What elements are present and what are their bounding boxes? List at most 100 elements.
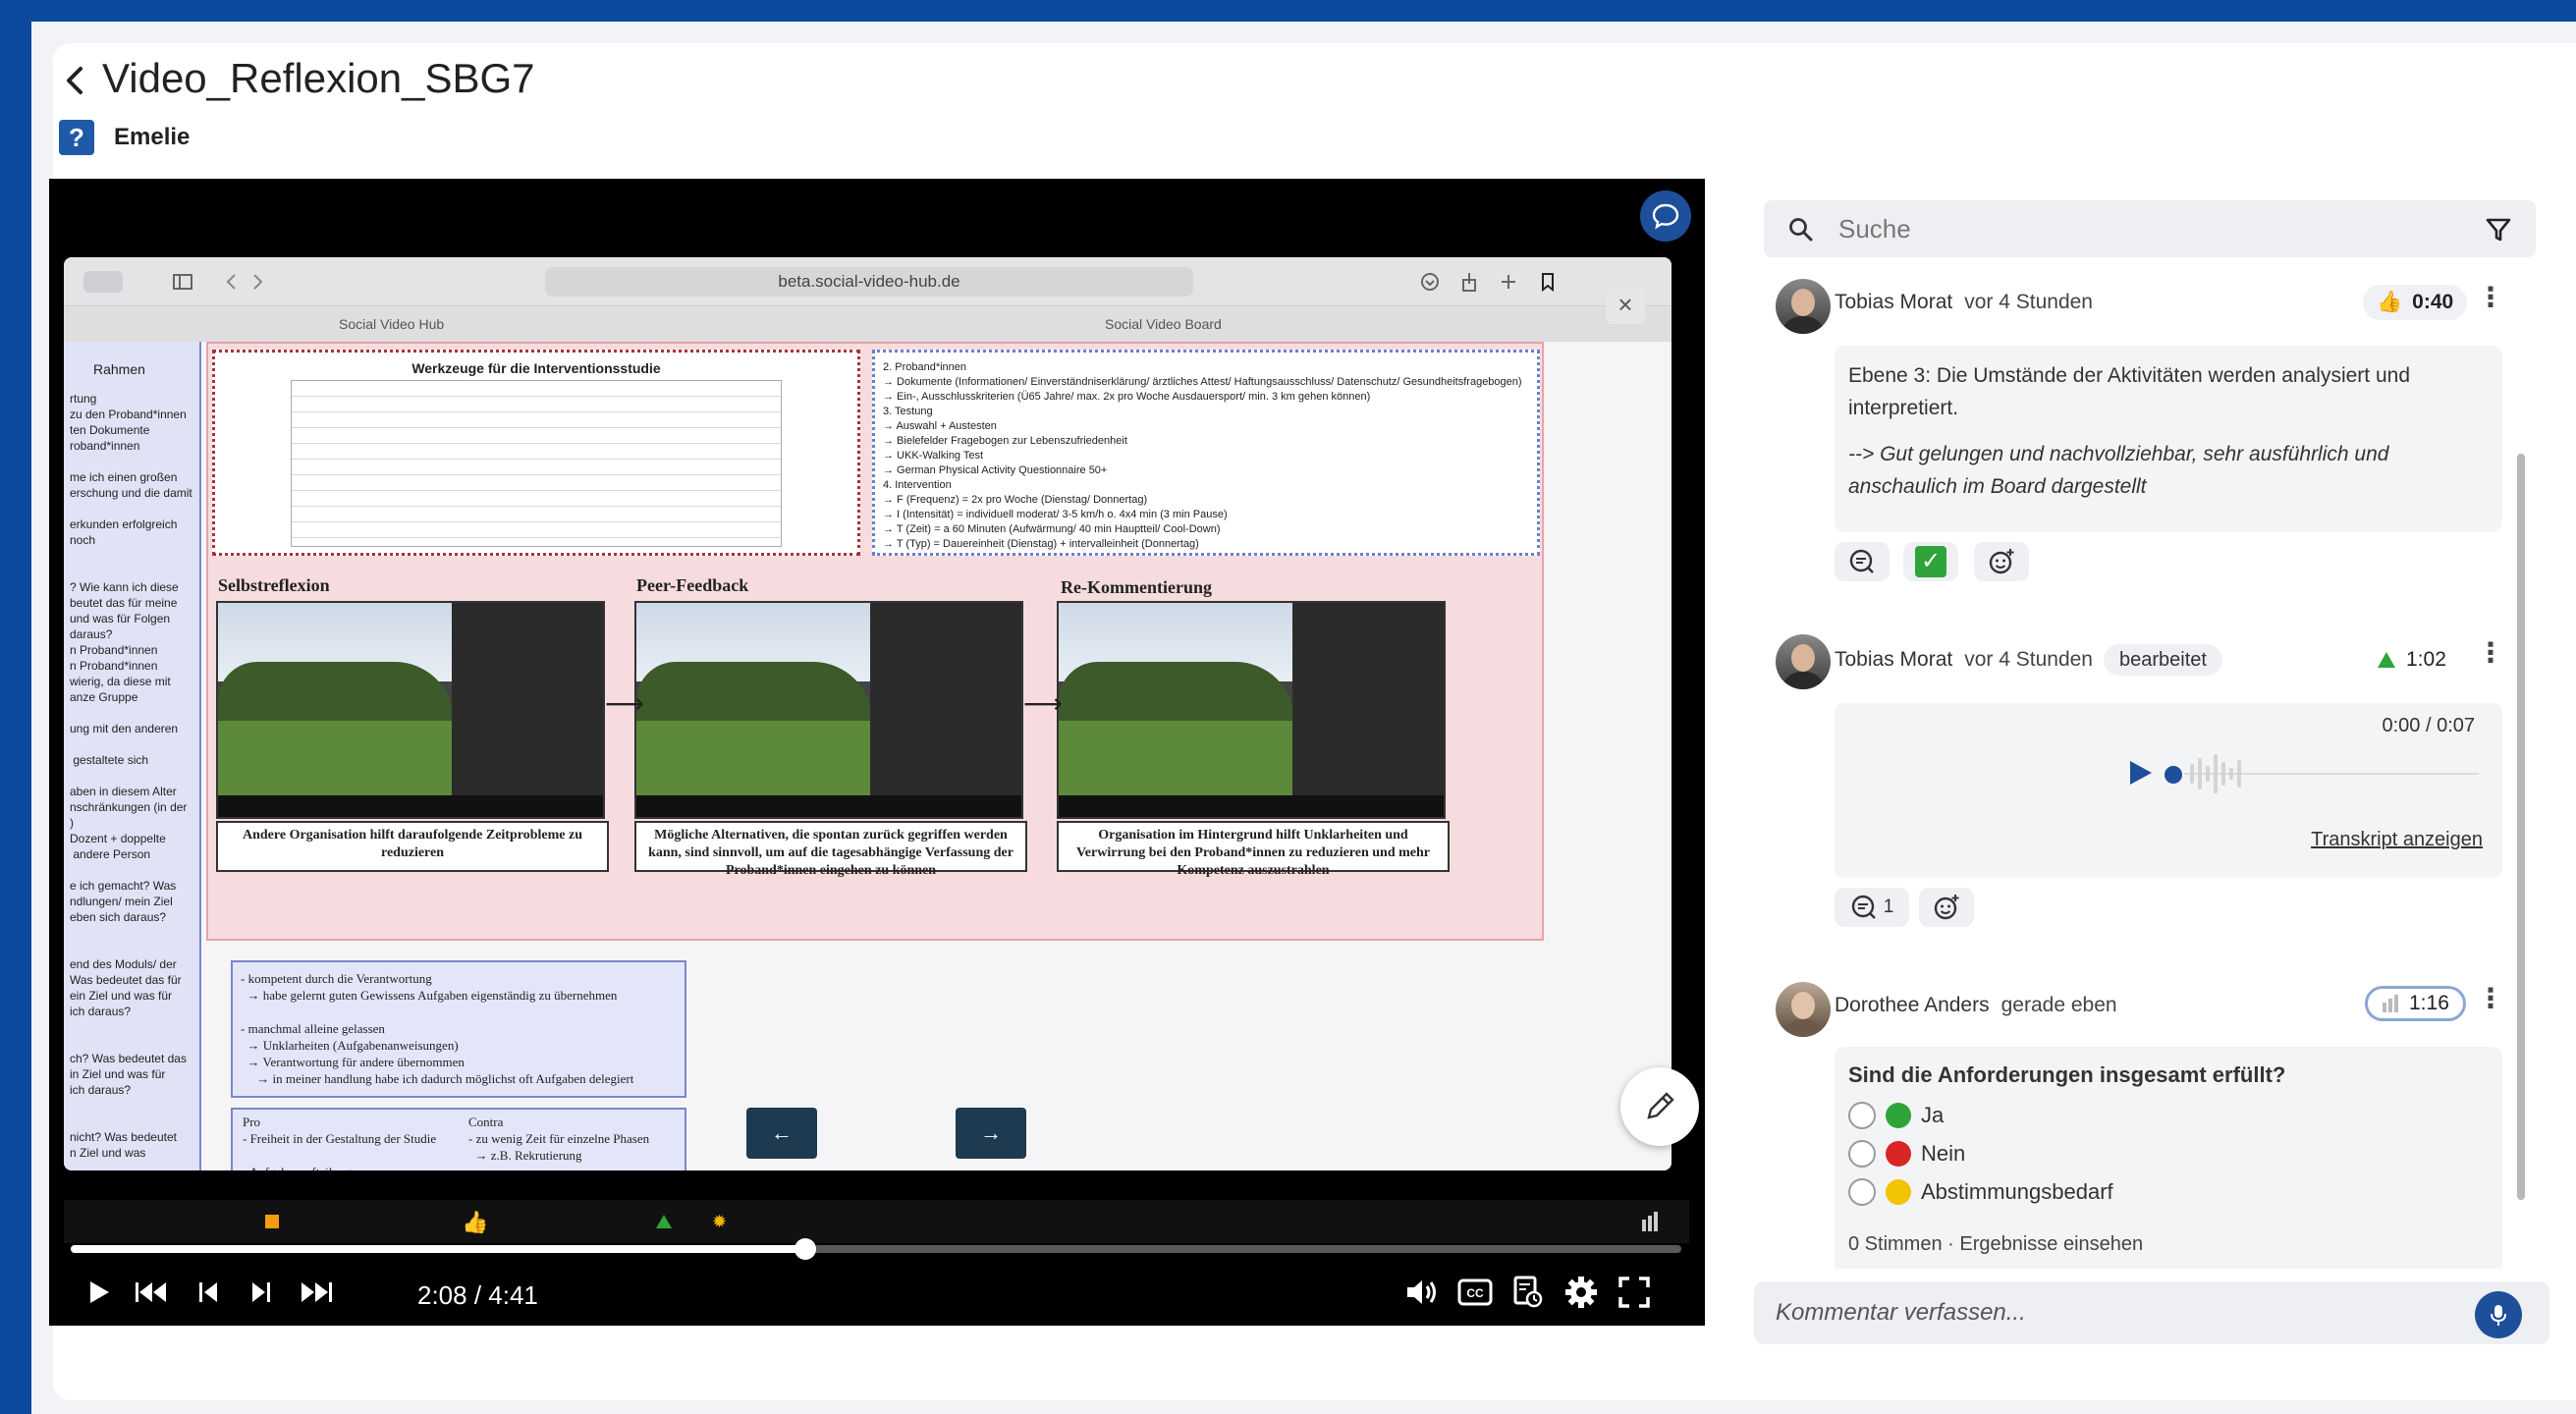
reply-bubble-icon [1851,895,1876,919]
intervention-board-area: Werkzeuge für die Interventionsstudie 2.… [206,342,1544,941]
skip-to-end-icon [301,1282,332,1302]
back-arrow-icon[interactable] [57,61,96,100]
browser-back-icon [226,274,236,290]
comment-author-line: Dorothee Anders gerade eben [1835,994,2117,1017]
search-icon [1789,218,1813,242]
close-overlay-button[interactable]: × [1606,285,1645,324]
comment-time: vor 4 Stunden [1964,648,2093,671]
radio-button[interactable] [1848,1102,1876,1129]
poll-option-label: Ja [1921,1103,1945,1127]
poll-option-nein[interactable]: Nein [1848,1140,1965,1168]
tools-document: Werkzeuge für die Interventionsstudie [212,350,860,556]
timestamp-chip[interactable]: 1:16 [2365,986,2466,1021]
show-transcript-link[interactable]: Transkript anzeigen [2311,829,2483,851]
edited-badge: bearbeitet [2104,644,2222,676]
playback-time: 2:08 / 4:41 [417,1280,538,1310]
add-emoji-icon [1934,895,1959,920]
board-prev-button: ← [746,1108,817,1159]
user-name: Emelie [114,124,191,150]
comment-author: Tobias Morat [1835,291,1953,313]
poll-results-link[interactable]: 0 Stimmen · Ergebnisse einsehen [1848,1233,2143,1256]
audio-waveform [2184,754,2479,793]
browser-forward-icon [253,274,263,290]
browser-tabs: Social Video Hub Social Video Board [64,306,1672,342]
radio-button[interactable] [1848,1140,1876,1168]
checkmark-reaction[interactable]: ✓ [1903,542,1958,581]
audio-play-icon[interactable] [2125,758,2155,788]
poll-option-label: Nein [1921,1141,1966,1166]
audio-scrubber[interactable] [2165,766,2182,784]
svg-text:CC: CC [1466,1286,1484,1300]
page-title: Video_Reflexion_SBG7 [102,55,535,101]
timestamp: 1:02 [2406,648,2446,671]
next-frame-button[interactable] [242,1273,281,1312]
marker-thumbs-up-icon[interactable]: 👍 [462,1210,488,1235]
volume-icon [1407,1280,1436,1304]
share-icon [1462,273,1476,292]
progress-scrubber[interactable] [794,1238,816,1260]
fullscreen-button[interactable] [1615,1273,1654,1312]
replies-button[interactable]: 1 [1835,888,1909,927]
play-button[interactable] [79,1273,118,1312]
annotate-button[interactable] [1620,1067,1699,1146]
skip-start-button[interactable] [132,1273,171,1312]
more-options-icon[interactable]: ⋮ [2477,281,2504,313]
settings-button[interactable] [1562,1273,1601,1312]
more-options-icon[interactable]: ⋮ [2477,636,2504,669]
search-input[interactable] [1838,208,2467,249]
thumbs-up-icon: 👍 [2377,291,2403,313]
skip-end-button[interactable] [297,1273,336,1312]
comment-author-line: Tobias Morat vor 4 Stunden [1835,291,2093,314]
transcript-button[interactable] [1508,1273,1548,1312]
timestamp-chip[interactable]: 1:02 [2363,642,2460,678]
gear-icon [1565,1277,1597,1308]
timestamp-chip[interactable]: 👍 0:40 [2363,285,2468,320]
comment-feedback-text: --> Gut gelungen und nachvollziehbar, se… [1848,443,2389,498]
chat-toggle-button[interactable] [1640,190,1691,242]
add-reaction-button[interactable] [1919,888,1974,927]
contra-list: Contra - zu wenig Zeit für einzelne Phas… [468,1115,650,1163]
caption-re-kommentierung: Organisation im Hintergrund hilft Unklar… [1057,821,1450,878]
caption-peer-feedback: Mögliche Alternativen, die spontan zurüc… [634,821,1027,878]
new-tab-icon [1502,275,1515,289]
poll-option-abstimmungsbedarf[interactable]: Abstimmungsbedarf [1848,1178,2113,1206]
poll-icon [2383,995,2398,1012]
reply-button[interactable] [1835,542,1890,581]
rahmen-dropdown: Rahmen [93,361,145,377]
marker-square-icon[interactable] [265,1215,279,1228]
edit-pen-icon [1647,1092,1674,1119]
marker-poll-icon[interactable] [1640,1212,1660,1231]
reflection-questions-text: rtung zu den Proband*innen ten Dokumente… [70,392,192,1160]
comment-author: Dorothee Anders [1835,994,1990,1016]
previous-frame-button[interactable] [189,1273,228,1312]
marker-triangle-icon[interactable] [655,1214,673,1229]
marker-bulb-icon[interactable]: ✹ [712,1212,727,1232]
poll-option-label: Abstimmungsbedarf [1921,1179,2113,1204]
study-plan-document: 2. Proband*innen → Dokumente (Informatio… [872,350,1540,556]
more-options-icon[interactable]: ⋮ [2477,982,2504,1014]
record-audio-button[interactable] [2475,1291,2522,1338]
caption-selbstreflexion: Andere Organisation hilft daraufolgende … [216,821,609,872]
volume-button[interactable] [1402,1273,1442,1312]
board-next-button: → [956,1108,1026,1159]
poll-question: Sind die Anforderungen insgesamt erfüllt… [1848,1062,2286,1087]
section-label-peer-feedback: Peer-Feedback [636,575,749,595]
captions-button[interactable]: CC [1455,1273,1495,1312]
comment-input[interactable] [1776,1293,2443,1332]
step-back-icon [199,1282,217,1302]
document-clock-icon [1513,1276,1543,1308]
reply-count: 1 [1883,897,1894,917]
add-reaction-button[interactable] [1974,542,2029,581]
section-label-re-kommentierung: Re-Kommentierung [1061,577,1212,597]
avatar [1776,279,1831,334]
radio-button[interactable] [1848,1178,1876,1206]
section-label-selbstreflexion: Selbstreflexion [218,575,330,595]
audio-time: 0:00 / 0:07 [2382,715,2475,736]
progress-bar[interactable] [71,1238,1681,1260]
comment-time: vor 4 Stunden [1964,291,2093,313]
poll-option-ja[interactable]: Ja [1848,1102,1944,1129]
filter-icon[interactable] [2485,216,2512,244]
reflection-note-1: - kompetent durch die Verantwortung → ha… [231,960,686,1098]
video-player[interactable]: beta.social-video-hub.de Social Video Hu… [49,179,1705,1326]
comment-compose-bar [1754,1281,2549,1344]
